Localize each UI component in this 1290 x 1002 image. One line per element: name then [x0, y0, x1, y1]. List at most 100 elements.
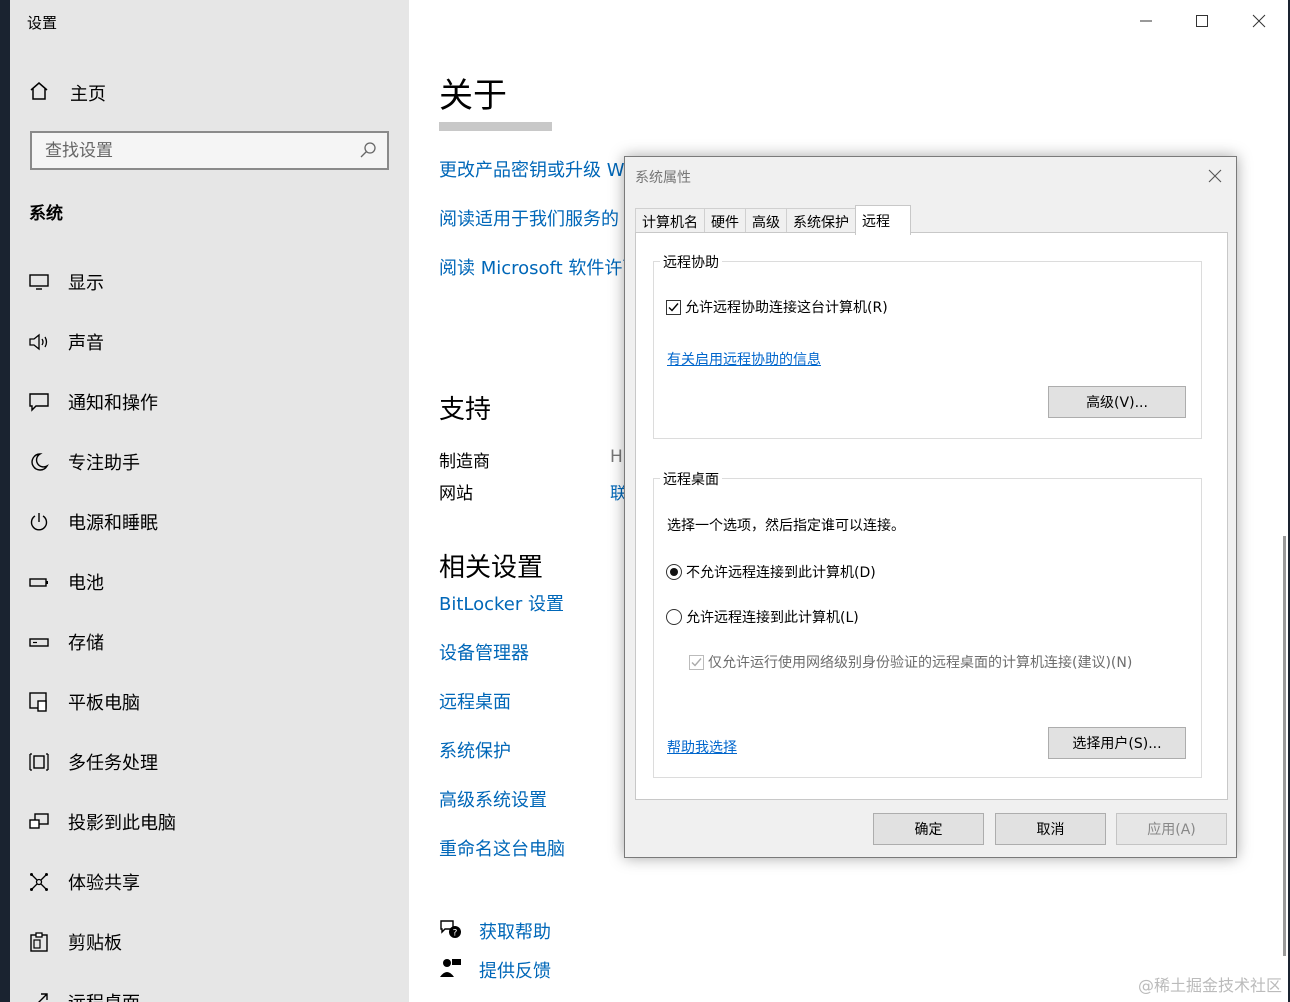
system-properties-dialog: 系统属性 计算机名 硬件 高级 系统保护 远程 远程协助 允许远程协助连接这台计… [624, 156, 1237, 858]
deny-remote-connections-label: 不允许远程连接到此计算机(D) [686, 565, 876, 581]
tab-hardware[interactable]: 硬件 [704, 208, 746, 235]
sidebar-item-power[interactable]: 电源和睡眠 [10, 492, 409, 552]
deny-remote-connections-radio[interactable]: 不允许远程连接到此计算机(D) [666, 562, 876, 582]
scrollbar[interactable] [1283, 536, 1286, 956]
home-label: 主页 [70, 84, 106, 105]
website-label: 网站 [439, 484, 473, 504]
monitor-icon [27, 270, 51, 294]
advanced-system-settings-link[interactable]: 高级系统设置 [439, 786, 547, 812]
sidebar-item-shared-experiences[interactable]: 体验共享 [10, 852, 409, 912]
feedback-row[interactable]: 提供反馈 [439, 957, 551, 983]
license-terms-link[interactable]: 阅读 Microsoft 软件许可 [439, 254, 640, 280]
tab-advanced[interactable]: 高级 [745, 208, 787, 235]
support-heading: 支持 [439, 395, 492, 425]
system-protection-link[interactable]: 系统保护 [439, 737, 511, 763]
clipboard-icon [27, 930, 51, 954]
sidebar-item-label: 存储 [68, 633, 104, 654]
remote-icon [27, 990, 51, 1002]
home-nav-item[interactable]: 主页 [28, 80, 106, 106]
sidebar-item-label: 声音 [68, 333, 104, 354]
tablet-icon [27, 690, 51, 714]
sidebar-item-notifications[interactable]: 通知和操作 [10, 372, 409, 432]
apply-button[interactable]: 应用(A) [1116, 813, 1227, 845]
tab-system-protection[interactable]: 系统保护 [786, 208, 856, 235]
svg-text:?: ? [453, 929, 458, 939]
help-me-choose-link[interactable]: 帮助我选择 [667, 737, 737, 757]
services-agreement-link[interactable]: 阅读适用于我们服务的 M [439, 205, 640, 231]
sidebar-item-multitasking[interactable]: 多任务处理 [10, 732, 409, 792]
sidebar-item-label: 显示 [68, 273, 104, 294]
ok-button[interactable]: 确定 [873, 813, 984, 845]
sidebar-item-focus-assist[interactable]: 专注助手 [10, 432, 409, 492]
remote-desktop-link[interactable]: 远程桌面 [439, 688, 511, 714]
get-help-link[interactable]: 获取帮助 [479, 918, 551, 944]
allow-remote-connections-radio[interactable]: 允许远程连接到此计算机(L) [666, 607, 859, 627]
change-product-key-link[interactable]: 更改产品密钥或升级 Wi [439, 156, 629, 182]
rename-pc-link[interactable]: 重命名这台电脑 [439, 835, 565, 861]
nla-only-label: 仅允许运行使用网络级别身份验证的远程桌面的计算机连接(建议)(N) [708, 655, 1133, 671]
get-help-row[interactable]: ? 获取帮助 [439, 918, 551, 944]
sidebar-item-clipboard[interactable]: 剪贴板 [10, 912, 409, 972]
feedback-link[interactable]: 提供反馈 [479, 957, 551, 983]
speaker-icon [27, 330, 51, 354]
bitlocker-link[interactable]: BitLocker 设置 [439, 590, 564, 616]
moon-icon [27, 450, 51, 474]
advanced-button[interactable]: 高级(V)... [1048, 386, 1186, 418]
sidebar-item-label: 电池 [68, 573, 104, 594]
minimize-button[interactable] [1131, 8, 1161, 34]
sidebar-item-sound[interactable]: 声音 [10, 312, 409, 372]
allow-remote-connections-label: 允许远程连接到此计算机(L) [686, 610, 859, 626]
window-title: 设置 [27, 14, 58, 32]
sidebar-item-storage[interactable]: 存储 [10, 612, 409, 672]
checkbox-box [689, 654, 704, 670]
dialog-close-button[interactable] [1204, 165, 1226, 187]
manufacturer-value: H [610, 447, 623, 467]
radio-button[interactable] [666, 564, 682, 580]
dialog-tabs: 计算机名 硬件 高级 系统保护 远程 [635, 205, 911, 235]
checkbox-box[interactable] [666, 299, 681, 315]
select-users-button[interactable]: 选择用户(S)... [1048, 727, 1186, 759]
section-title: 系统 [29, 204, 63, 224]
sidebar-item-label: 多任务处理 [68, 753, 158, 774]
allow-remote-assistance-checkbox[interactable]: 允许远程协助连接这台计算机(R) [666, 297, 888, 317]
device-manager-link[interactable]: 设备管理器 [439, 639, 529, 665]
watermark: @稀土掘金技术社区 [1137, 976, 1282, 995]
project-icon [27, 810, 51, 834]
search-input[interactable] [45, 140, 345, 161]
sidebar-item-label: 电源和睡眠 [68, 513, 158, 534]
remote-desktop-instruction: 选择一个选项，然后指定谁可以连接。 [667, 518, 905, 534]
sidebar-item-label: 专注助手 [68, 453, 140, 474]
sidebar-item-label: 平板电脑 [68, 693, 140, 714]
sidebar-item-battery[interactable]: 电池 [10, 552, 409, 612]
power-icon [27, 510, 51, 534]
search-box[interactable] [30, 131, 389, 170]
tab-remote[interactable]: 远程 [855, 205, 911, 235]
maximize-button[interactable] [1187, 8, 1217, 34]
page-title: 关于 [439, 76, 507, 116]
sidebar-item-tablet[interactable]: 平板电脑 [10, 672, 409, 732]
manufacturer-label: 制造商 [439, 452, 490, 472]
sidebar-item-display[interactable]: 显示 [10, 252, 409, 312]
sidebar-nav: 显示 声音 通知和操作 专注助手 电源和睡眠 电池 存储 平板电脑 多任务处理 … [10, 252, 409, 1002]
sidebar-item-projecting[interactable]: 投影到此电脑 [10, 792, 409, 852]
battery-icon [27, 570, 51, 594]
sidebar-item-label: 剪贴板 [68, 933, 122, 954]
remote-assistance-group-label: 远程协助 [660, 252, 722, 272]
remote-assistance-group: 远程协助 允许远程协助连接这台计算机(R) 有关启用远程协助的信息 高级(V).… [653, 252, 1202, 439]
close-button[interactable] [1244, 8, 1274, 34]
nla-only-checkbox: 仅允许运行使用网络级别身份验证的远程桌面的计算机连接(建议)(N) [689, 652, 1132, 672]
remote-desktop-group: 远程桌面 选择一个选项，然后指定谁可以连接。 不允许远程连接到此计算机(D) 允… [653, 469, 1202, 778]
remote-assistance-info-link[interactable]: 有关启用远程协助的信息 [667, 349, 821, 369]
sidebar-item-remote-desktop[interactable]: 远程桌面 [10, 972, 409, 1002]
storage-icon [27, 630, 51, 654]
remote-tab-panel: 远程协助 允许远程协助连接这台计算机(R) 有关启用远程协助的信息 高级(V).… [635, 232, 1228, 800]
allow-remote-assistance-label: 允许远程协助连接这台计算机(R) [685, 300, 888, 316]
tab-computer-name[interactable]: 计算机名 [635, 208, 705, 235]
notification-icon [27, 390, 51, 414]
feedback-icon [439, 957, 463, 983]
sidebar: 设置 主页 系统 显示 声音 通知和操作 [10, 0, 409, 1002]
cancel-button[interactable]: 取消 [995, 813, 1106, 845]
remote-desktop-group-label: 远程桌面 [660, 469, 722, 489]
search-icon[interactable] [359, 141, 377, 163]
radio-button[interactable] [666, 609, 682, 625]
